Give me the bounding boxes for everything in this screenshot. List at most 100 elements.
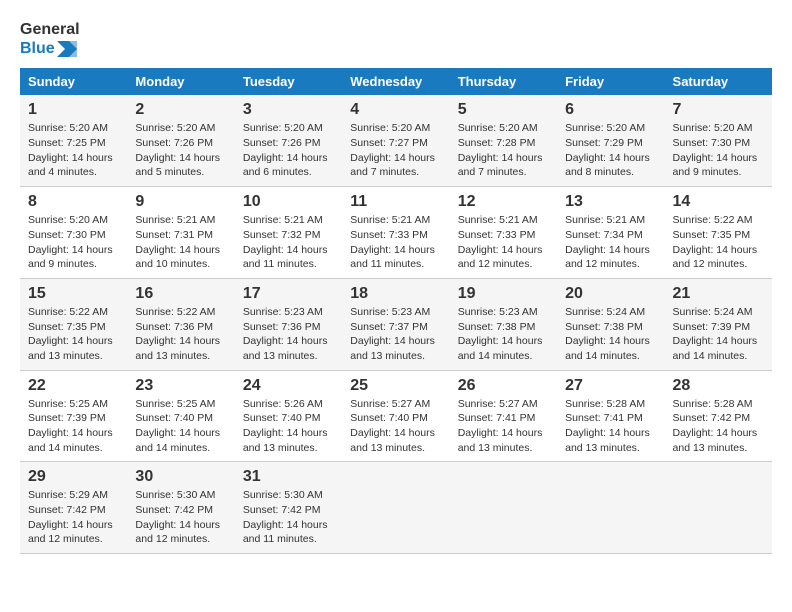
day-number: 11: [350, 193, 441, 211]
day-info: Sunrise: 5:27 AMSunset: 7:41 PMDaylight:…: [458, 398, 543, 454]
day-info: Sunrise: 5:28 AMSunset: 7:41 PMDaylight:…: [565, 398, 650, 454]
day-number: 4: [350, 101, 441, 119]
calendar-cell: 24 Sunrise: 5:26 AMSunset: 7:40 PMDaylig…: [235, 370, 342, 462]
calendar-cell: 7 Sunrise: 5:20 AMSunset: 7:30 PMDayligh…: [665, 95, 772, 186]
calendar-cell: 9 Sunrise: 5:21 AMSunset: 7:31 PMDayligh…: [127, 187, 234, 279]
calendar-cell: 16 Sunrise: 5:22 AMSunset: 7:36 PMDaylig…: [127, 278, 234, 370]
calendar-cell: 18 Sunrise: 5:23 AMSunset: 7:37 PMDaylig…: [342, 278, 449, 370]
header-monday: Monday: [127, 68, 234, 95]
day-info: Sunrise: 5:25 AMSunset: 7:39 PMDaylight:…: [28, 398, 113, 454]
day-number: 16: [135, 285, 226, 303]
calendar-cell: 27 Sunrise: 5:28 AMSunset: 7:41 PMDaylig…: [557, 370, 664, 462]
calendar-cell: 12 Sunrise: 5:21 AMSunset: 7:33 PMDaylig…: [450, 187, 557, 279]
day-number: 22: [28, 377, 119, 395]
calendar-cell: [665, 462, 772, 554]
header-tuesday: Tuesday: [235, 68, 342, 95]
calendar-cell: 21 Sunrise: 5:24 AMSunset: 7:39 PMDaylig…: [665, 278, 772, 370]
calendar-table: SundayMondayTuesdayWednesdayThursdayFrid…: [20, 68, 772, 554]
calendar-week-row: 8 Sunrise: 5:20 AMSunset: 7:30 PMDayligh…: [20, 187, 772, 279]
day-number: 10: [243, 193, 334, 211]
day-number: 7: [673, 101, 764, 119]
day-number: 13: [565, 193, 656, 211]
calendar-cell: 31 Sunrise: 5:30 AMSunset: 7:42 PMDaylig…: [235, 462, 342, 554]
calendar-cell: 22 Sunrise: 5:25 AMSunset: 7:39 PMDaylig…: [20, 370, 127, 462]
calendar-cell: 28 Sunrise: 5:28 AMSunset: 7:42 PMDaylig…: [665, 370, 772, 462]
day-number: 2: [135, 101, 226, 119]
calendar-week-row: 29 Sunrise: 5:29 AMSunset: 7:42 PMDaylig…: [20, 462, 772, 554]
calendar-cell: 26 Sunrise: 5:27 AMSunset: 7:41 PMDaylig…: [450, 370, 557, 462]
day-number: 25: [350, 377, 441, 395]
calendar-cell: 30 Sunrise: 5:30 AMSunset: 7:42 PMDaylig…: [127, 462, 234, 554]
day-info: Sunrise: 5:28 AMSunset: 7:42 PMDaylight:…: [673, 398, 758, 454]
calendar-cell: 13 Sunrise: 5:21 AMSunset: 7:34 PMDaylig…: [557, 187, 664, 279]
calendar-cell: 14 Sunrise: 5:22 AMSunset: 7:35 PMDaylig…: [665, 187, 772, 279]
calendar-cell: 20 Sunrise: 5:24 AMSunset: 7:38 PMDaylig…: [557, 278, 664, 370]
logo-general: General: [20, 20, 80, 39]
calendar-header-row: SundayMondayTuesdayWednesdayThursdayFrid…: [20, 68, 772, 95]
day-info: Sunrise: 5:24 AMSunset: 7:38 PMDaylight:…: [565, 306, 650, 362]
day-number: 29: [28, 468, 119, 486]
calendar-cell: 4 Sunrise: 5:20 AMSunset: 7:27 PMDayligh…: [342, 95, 449, 186]
logo-chevron-icon: [57, 41, 77, 57]
day-info: Sunrise: 5:23 AMSunset: 7:37 PMDaylight:…: [350, 306, 435, 362]
day-info: Sunrise: 5:21 AMSunset: 7:33 PMDaylight:…: [458, 214, 543, 270]
header-friday: Friday: [557, 68, 664, 95]
day-number: 27: [565, 377, 656, 395]
header-saturday: Saturday: [665, 68, 772, 95]
calendar-cell: 2 Sunrise: 5:20 AMSunset: 7:26 PMDayligh…: [127, 95, 234, 186]
calendar-week-row: 22 Sunrise: 5:25 AMSunset: 7:39 PMDaylig…: [20, 370, 772, 462]
day-number: 20: [565, 285, 656, 303]
day-number: 5: [458, 101, 549, 119]
day-info: Sunrise: 5:23 AMSunset: 7:38 PMDaylight:…: [458, 306, 543, 362]
header-wednesday: Wednesday: [342, 68, 449, 95]
day-number: 24: [243, 377, 334, 395]
day-number: 1: [28, 101, 119, 119]
day-info: Sunrise: 5:20 AMSunset: 7:27 PMDaylight:…: [350, 122, 435, 178]
day-number: 21: [673, 285, 764, 303]
day-info: Sunrise: 5:20 AMSunset: 7:29 PMDaylight:…: [565, 122, 650, 178]
calendar-cell: [450, 462, 557, 554]
day-number: 28: [673, 377, 764, 395]
day-info: Sunrise: 5:20 AMSunset: 7:30 PMDaylight:…: [673, 122, 758, 178]
day-number: 31: [243, 468, 334, 486]
day-info: Sunrise: 5:21 AMSunset: 7:32 PMDaylight:…: [243, 214, 328, 270]
day-info: Sunrise: 5:20 AMSunset: 7:30 PMDaylight:…: [28, 214, 113, 270]
header-sunday: Sunday: [20, 68, 127, 95]
day-number: 15: [28, 285, 119, 303]
calendar-cell: 6 Sunrise: 5:20 AMSunset: 7:29 PMDayligh…: [557, 95, 664, 186]
day-number: 26: [458, 377, 549, 395]
calendar-cell: 15 Sunrise: 5:22 AMSunset: 7:35 PMDaylig…: [20, 278, 127, 370]
calendar-cell: 29 Sunrise: 5:29 AMSunset: 7:42 PMDaylig…: [20, 462, 127, 554]
day-info: Sunrise: 5:30 AMSunset: 7:42 PMDaylight:…: [243, 489, 328, 545]
logo: General Blue: [20, 20, 80, 58]
calendar-cell: 25 Sunrise: 5:27 AMSunset: 7:40 PMDaylig…: [342, 370, 449, 462]
day-number: 8: [28, 193, 119, 211]
day-info: Sunrise: 5:21 AMSunset: 7:33 PMDaylight:…: [350, 214, 435, 270]
day-number: 23: [135, 377, 226, 395]
day-info: Sunrise: 5:21 AMSunset: 7:31 PMDaylight:…: [135, 214, 220, 270]
day-info: Sunrise: 5:23 AMSunset: 7:36 PMDaylight:…: [243, 306, 328, 362]
day-number: 18: [350, 285, 441, 303]
day-info: Sunrise: 5:24 AMSunset: 7:39 PMDaylight:…: [673, 306, 758, 362]
header-thursday: Thursday: [450, 68, 557, 95]
day-info: Sunrise: 5:27 AMSunset: 7:40 PMDaylight:…: [350, 398, 435, 454]
day-info: Sunrise: 5:22 AMSunset: 7:36 PMDaylight:…: [135, 306, 220, 362]
page-header: General Blue: [20, 20, 772, 58]
calendar-cell: 11 Sunrise: 5:21 AMSunset: 7:33 PMDaylig…: [342, 187, 449, 279]
day-number: 17: [243, 285, 334, 303]
day-info: Sunrise: 5:22 AMSunset: 7:35 PMDaylight:…: [673, 214, 758, 270]
day-info: Sunrise: 5:20 AMSunset: 7:25 PMDaylight:…: [28, 122, 113, 178]
calendar-week-row: 15 Sunrise: 5:22 AMSunset: 7:35 PMDaylig…: [20, 278, 772, 370]
logo-blue: Blue: [20, 39, 55, 58]
calendar-cell: 23 Sunrise: 5:25 AMSunset: 7:40 PMDaylig…: [127, 370, 234, 462]
day-info: Sunrise: 5:29 AMSunset: 7:42 PMDaylight:…: [28, 489, 113, 545]
calendar-cell: [342, 462, 449, 554]
day-info: Sunrise: 5:26 AMSunset: 7:40 PMDaylight:…: [243, 398, 328, 454]
calendar-week-row: 1 Sunrise: 5:20 AMSunset: 7:25 PMDayligh…: [20, 95, 772, 186]
calendar-cell: 5 Sunrise: 5:20 AMSunset: 7:28 PMDayligh…: [450, 95, 557, 186]
day-number: 12: [458, 193, 549, 211]
day-number: 3: [243, 101, 334, 119]
day-info: Sunrise: 5:30 AMSunset: 7:42 PMDaylight:…: [135, 489, 220, 545]
day-info: Sunrise: 5:20 AMSunset: 7:26 PMDaylight:…: [135, 122, 220, 178]
day-number: 14: [673, 193, 764, 211]
